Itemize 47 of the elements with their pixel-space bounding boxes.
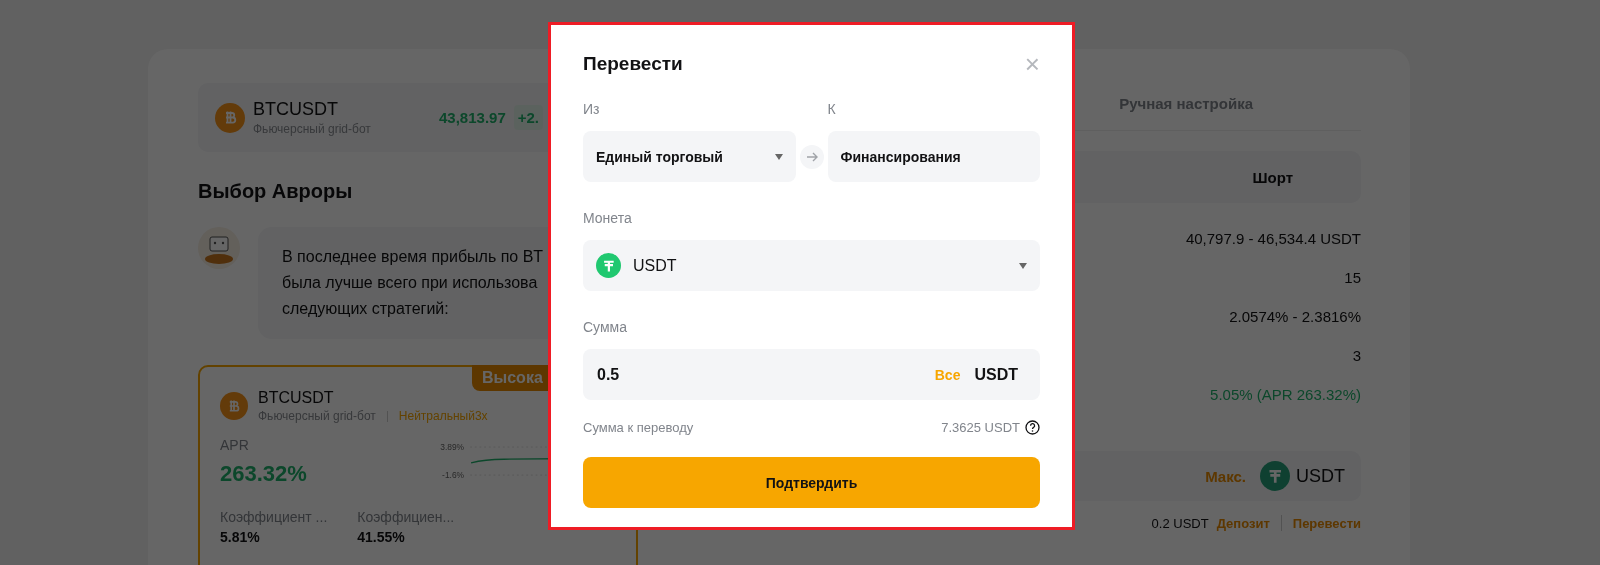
amount-field[interactable]: 0.5 Все USDT	[583, 349, 1040, 400]
strategy-symbol: BTCUSDT	[258, 389, 335, 407]
help-icon	[1025, 420, 1040, 435]
field-label: Из	[583, 101, 601, 117]
max-button[interactable]: Макс.	[1205, 467, 1246, 485]
ticker-symbol: BTCUSDT	[253, 99, 339, 120]
from-select[interactable]: Единый торговый	[583, 131, 796, 182]
arrow-right-icon	[799, 145, 824, 169]
amount-input[interactable]: 0.5	[595, 364, 921, 385]
stat-value: 5.81%	[220, 529, 261, 545]
close-button[interactable]: ×	[1024, 51, 1040, 77]
bitcoin-icon	[215, 102, 245, 133]
parameter-value: 2.0574% - 2.3816%	[1229, 307, 1361, 327]
message-text: была лучше всего при использова	[282, 273, 538, 293]
message-text: В последнее время прибыль по BT	[282, 247, 544, 267]
parameter-value: 15	[1344, 268, 1361, 288]
field-label: К	[827, 101, 837, 117]
parameter-value: 3	[1352, 346, 1361, 366]
section-title: Выбор Авроры	[198, 180, 354, 203]
balance-amount: 0.2 USDT	[1151, 515, 1209, 531]
tether-icon	[1260, 461, 1290, 491]
axis-label: -1.6%	[442, 469, 465, 480]
parameter-value: 40,797.9 - 46,534.4 USDT	[1185, 229, 1361, 249]
direction-option[interactable]: Шорт	[1192, 158, 1353, 196]
to-select[interactable]: Финансирования	[827, 131, 1040, 182]
robot-avatar	[198, 227, 240, 269]
change-badge: +2.	[513, 105, 543, 130]
coin-select[interactable]: USDT	[583, 240, 1040, 291]
field-label: Монета	[583, 210, 633, 226]
transfer-amount: 7.3625 USDT	[941, 420, 1020, 435]
tether-icon	[596, 253, 621, 278]
stat-value: 41.55%	[357, 529, 406, 545]
transfer-label: Сумма к переводу	[583, 420, 694, 435]
caret-icon	[1019, 262, 1027, 269]
strategy-mode: Нейтральный3x	[398, 409, 488, 423]
apr-value: 263.32%	[220, 461, 308, 487]
all-button[interactable]: Все	[934, 366, 961, 383]
parameter-value: 5.05% (APR 263.32%)	[1210, 385, 1361, 405]
field-label: Сумма	[583, 319, 628, 335]
confirm-button[interactable]: Подтвердить	[583, 457, 1040, 508]
dialog-title: Перевести	[583, 53, 683, 75]
bitcoin-icon	[220, 392, 248, 420]
action-link[interactable]: Перевести	[1292, 515, 1361, 531]
currency-label: USDT	[1296, 465, 1345, 487]
price: 43,813.97	[439, 109, 506, 126]
message-text: следующих стратегий:	[282, 299, 449, 319]
action-link[interactable]: Депозит	[1216, 515, 1270, 531]
